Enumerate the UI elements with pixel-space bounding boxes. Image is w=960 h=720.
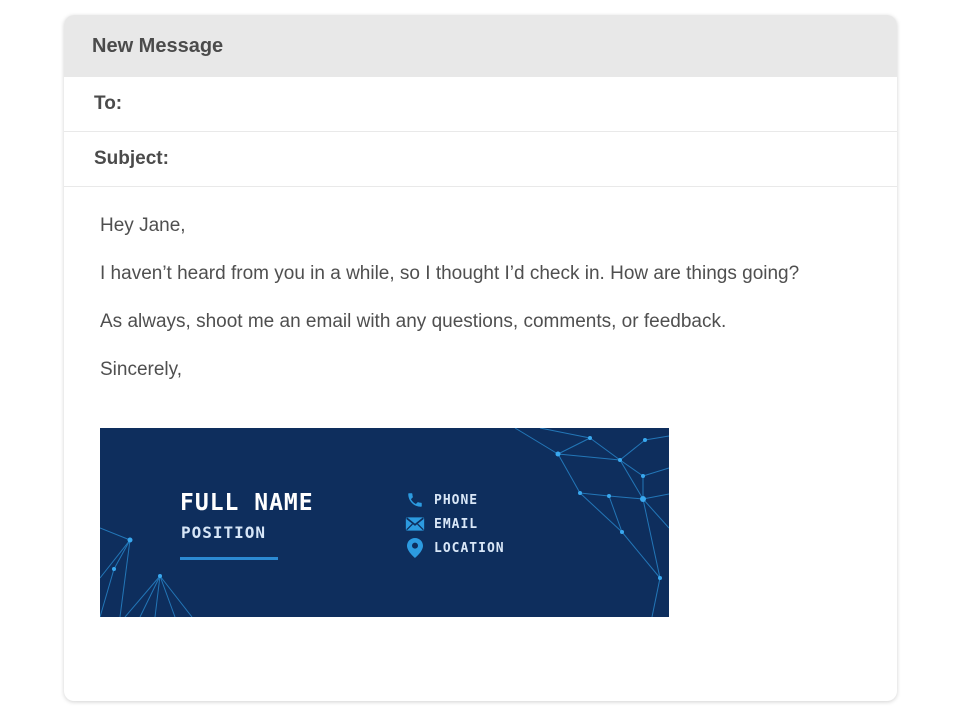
signature-position: POSITION (181, 523, 267, 542)
body-line-1: I haven’t heard from you in a while, so … (100, 263, 800, 284)
message-body[interactable]: Hey Jane, I haven’t heard from you in a … (64, 187, 897, 381)
email-signature-banner: FULL NAME POSITION PHONE EMAIL LOCATION (100, 428, 669, 617)
phone-icon (404, 491, 426, 509)
mail-icon (404, 515, 426, 533)
compose-title: New Message (64, 15, 897, 77)
compose-window: New Message To: Subject: Hey Jane, I hav… (64, 15, 897, 701)
closing-text: Sincerely, (100, 359, 183, 380)
to-field[interactable]: To: (64, 76, 897, 132)
signature-location-row: LOCATION (404, 538, 505, 558)
subject-label: Subject: (94, 148, 169, 169)
signature-full-name: FULL NAME (180, 490, 314, 516)
signature-location-text: LOCATION (434, 540, 505, 556)
subject-input[interactable] (178, 131, 897, 187)
body-line-2: As always, shoot me an email with any qu… (100, 311, 727, 332)
signature-email-text: EMAIL (434, 516, 479, 532)
signature-phone-row: PHONE (404, 491, 478, 509)
greeting-text: Hey Jane, (100, 215, 186, 236)
to-label: To: (94, 93, 123, 114)
signature-divider (180, 557, 278, 560)
to-input[interactable] (132, 76, 897, 132)
signature-email-row: EMAIL (404, 515, 478, 533)
signature-phone-text: PHONE (434, 492, 479, 508)
subject-field[interactable]: Subject: (64, 131, 897, 187)
location-pin-icon (404, 538, 426, 558)
